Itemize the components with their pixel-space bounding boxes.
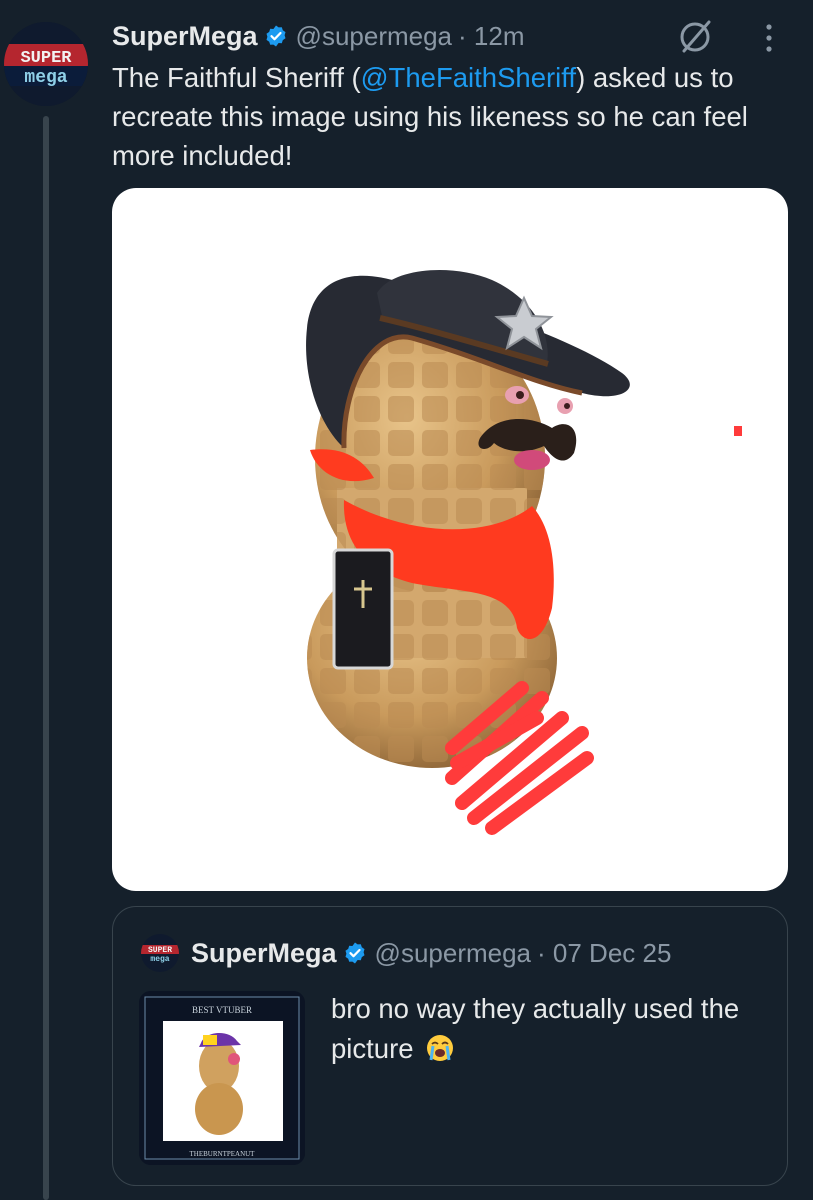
grok-icon[interactable] [676,18,714,56]
quoted-tweet-date: · 07 Dec 25 [537,937,672,968]
thread-line [43,116,49,1200]
quoted-author-avatar: SUPER mega [141,934,179,972]
quoted-avatar-label-top: SUPER [148,946,172,955]
tweet-text-before: The Faithful Sheriff ( [112,62,361,93]
quoted-author-handle: @supermega [374,937,532,968]
peanut-sheriff-illustration [306,270,742,835]
tweet-time[interactable]: · 12m [458,21,524,52]
author-avatar[interactable]: SUPER mega [4,22,88,106]
tweet-media-image[interactable] [112,188,788,891]
author-name[interactable]: SuperMega [112,21,258,52]
mention-link[interactable]: @TheFaithSheriff [361,62,576,93]
verified-badge-icon[interactable] [264,24,288,48]
quoted-tweet-header: SUPER mega SuperMega @supermega · 07 Dec… [141,934,672,972]
verified-badge-icon [345,942,365,964]
tweet-header: SuperMega @supermega · 12m [112,16,525,56]
quoted-author-name: SuperMega [191,937,337,968]
avatar-label-top: SUPER [20,49,72,68]
thumb-title: BEST VTUBER [192,1005,252,1015]
thumb-footer: THEBURNTPEANUT [190,1150,256,1158]
quoted-tweet-text: bro no way they actually used the pictur… [331,989,771,1069]
quoted-avatar-label-bottom: mega [150,955,169,964]
loudly-crying-face-icon [427,1035,454,1061]
avatar-label-bottom: mega [24,68,67,88]
quoted-media-thumbnail[interactable]: BEST VTUBER THEBURNTPEANUT [139,991,305,1165]
more-options-icon[interactable] [754,20,784,56]
quoted-tweet[interactable]: SUPER mega SuperMega @supermega · 07 Dec… [112,906,788,1186]
quoted-tweet-text-content: bro no way they actually used the pictur… [331,993,740,1064]
author-handle[interactable]: @supermega [296,21,452,52]
tweet-text: The Faithful Sheriff (@TheFaithSheriff) … [112,58,802,175]
tweet[interactable]: SUPER mega SuperMega @supermega · 12m Th… [0,0,813,1200]
